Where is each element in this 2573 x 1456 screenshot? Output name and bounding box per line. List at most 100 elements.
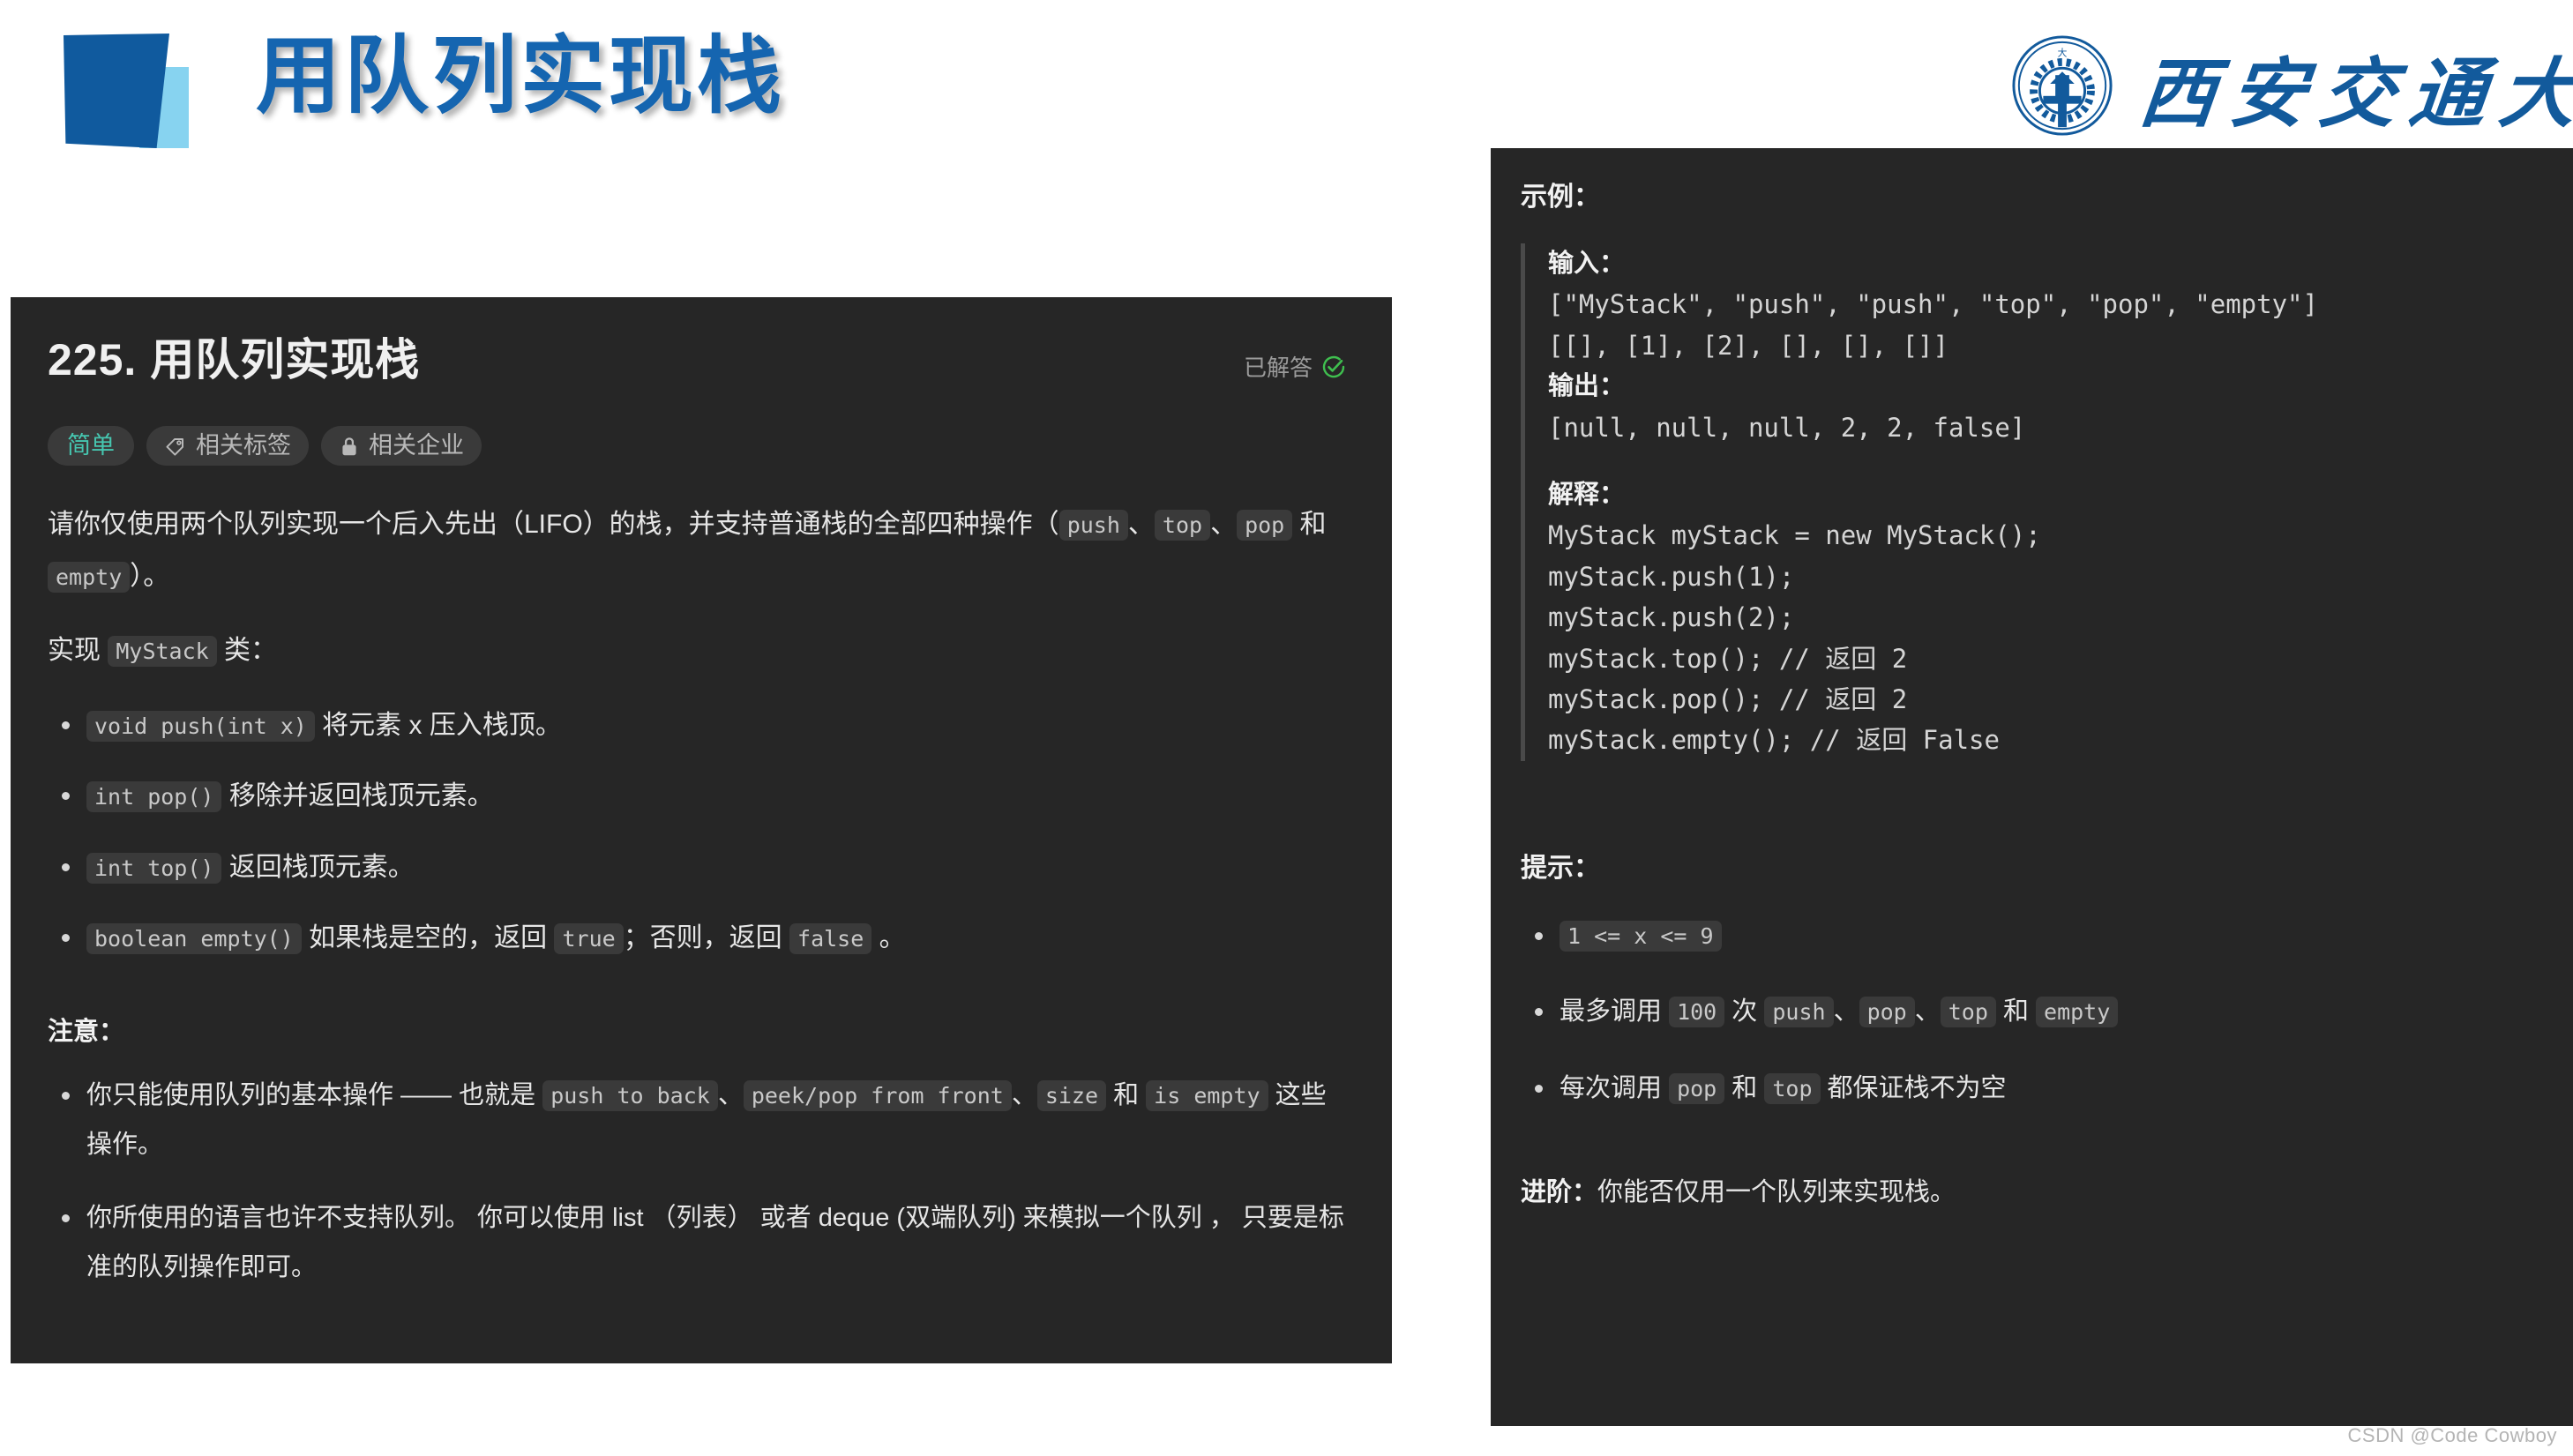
hint-text-c: 、 bbox=[1833, 997, 1859, 1027]
explanation-line: myStack.push(1); bbox=[1548, 561, 1795, 592]
example-heading: 示例： bbox=[1521, 183, 1600, 212]
list-item: int top() 返回栈顶元素。 bbox=[62, 842, 1350, 894]
method-desc: 将元素 x 压入栈顶。 bbox=[322, 710, 562, 740]
university-logo: 大 西安交通大学 bbox=[2010, 26, 2573, 141]
list-item: 最多调用 100 次 push、 pop、 top 和 empty bbox=[1535, 987, 2547, 1037]
hint-text-a: 最多调用 bbox=[1560, 997, 1670, 1027]
description-paragraph-2: 实现 MyStack 类： bbox=[48, 625, 1350, 677]
hint-text-h: 都保证栈不为空 bbox=[1820, 1073, 2007, 1102]
note-list: 你只能使用队列的基本操作 —— 也就是 push to back、 peek/po… bbox=[48, 1071, 1350, 1293]
hint-text-e: 和 bbox=[1995, 997, 2037, 1027]
advanced-label: 进阶： bbox=[1521, 1178, 1598, 1207]
hint-text-f: 每次调用 bbox=[1560, 1073, 1670, 1102]
code-empty: empty bbox=[48, 561, 131, 593]
problem-description: 请你仅使用两个队列实现一个后入先出（LIFO）的栈，并支持普通栈的全部四种操作（… bbox=[48, 499, 1350, 965]
problem-header: 225. 用队列实现栈 已解答 bbox=[48, 336, 1350, 412]
method-desc: 返回栈顶元素。 bbox=[228, 852, 415, 882]
code-100: 100 bbox=[1669, 997, 1725, 1028]
code-int-top: int top() bbox=[86, 852, 222, 884]
explanation-line: myStack.empty(); // 返回 False bbox=[1548, 725, 2000, 756]
note-heading: 注意： bbox=[48, 1017, 125, 1046]
related-companies-button[interactable]: 相关企业 bbox=[321, 426, 482, 466]
hints-heading: 提示： bbox=[1521, 853, 1600, 883]
code-x-range: 1 <= x <= 9 bbox=[1560, 920, 1722, 952]
code-top-hint2: top bbox=[1764, 1072, 1821, 1104]
code-false: false bbox=[789, 923, 872, 954]
desc-text-c: 、 bbox=[1210, 510, 1238, 539]
watermark: CSDN @Code Cowboy bbox=[2347, 1424, 2557, 1446]
tag-row: 简单 相关标签 相关企业 bbox=[48, 426, 1350, 466]
note-text-b: 、 bbox=[717, 1080, 744, 1109]
input-label: 输入： bbox=[1548, 250, 1626, 278]
logo-dark-bar bbox=[64, 34, 169, 148]
code-mystack: MyStack bbox=[108, 636, 217, 667]
explanation-label: 解释： bbox=[1548, 480, 1626, 509]
solved-label: 已解答 bbox=[1243, 355, 1313, 381]
explanation-line: MyStack myStack = new MyStack(); bbox=[1548, 520, 2041, 551]
related-companies-label: 相关企业 bbox=[369, 432, 464, 459]
method-desc: 如果栈是空的，返回 bbox=[309, 923, 555, 952]
output-label: 输出： bbox=[1548, 372, 1626, 401]
input-line-1: ["MyStack", "push", "push", "top", "pop"… bbox=[1548, 289, 2318, 320]
method-list: void push(int x) 将元素 x 压入栈顶。 int pop() 移… bbox=[48, 700, 1350, 965]
list-item: boolean empty() 如果栈是空的，返回 true ；否则，返回 fal… bbox=[62, 913, 1350, 965]
code-top-hint: top bbox=[1940, 997, 1996, 1028]
code-pop-hint: pop bbox=[1859, 997, 1915, 1028]
code-peek-pop-front: peek/pop from front bbox=[743, 1079, 1012, 1111]
status-badge: 已解答 bbox=[1244, 350, 1346, 383]
decorative-logo-mark bbox=[64, 34, 240, 148]
university-seal-icon: 大 bbox=[2012, 35, 2113, 136]
output-line: [null, null, null, 2, 2, false] bbox=[1548, 412, 2026, 443]
explanation-line: myStack.top(); // 返回 2 bbox=[1548, 643, 1908, 674]
tag-icon bbox=[166, 437, 183, 456]
code-pop: pop bbox=[1237, 510, 1293, 541]
code-void-push: void push(int x) bbox=[86, 710, 315, 742]
check-circle-icon bbox=[1322, 355, 1345, 377]
note-text-a: 你只能使用队列的基本操作 —— 也就是 bbox=[86, 1080, 543, 1109]
university-name: 西安交通大学 bbox=[2135, 52, 2573, 137]
desc-text-b: 、 bbox=[1127, 510, 1155, 539]
code-size: size bbox=[1036, 1079, 1107, 1111]
hint-text-d: 、 bbox=[1914, 997, 1941, 1027]
difficulty-badge-easy[interactable]: 简单 bbox=[48, 426, 134, 466]
desc-text-a: 请你仅使用两个队列实现一个后入先出（LIFO）的栈，并支持普通栈的全部四种操作（ bbox=[48, 510, 1059, 539]
example-blockquote: 输入： ["MyStack", "push", "push", "top", "… bbox=[1521, 243, 2547, 761]
code-pop-hint2: pop bbox=[1669, 1072, 1725, 1104]
method-desc: 移除并返回栈顶元素。 bbox=[228, 781, 494, 810]
method-desc-2: ；否则，返回 bbox=[623, 923, 790, 952]
hint-text-g: 和 bbox=[1724, 1073, 1765, 1102]
code-push-hint: push bbox=[1764, 997, 1834, 1028]
description-paragraph-1: 请你仅使用两个队列实现一个后入先出（LIFO）的栈，并支持普通栈的全部四种操作（… bbox=[48, 499, 1350, 602]
problem-card: 225. 用队列实现栈 已解答 简单 相关标签 相关企业 请你仅使用两个队列实现… bbox=[11, 297, 1392, 1363]
svg-text:大: 大 bbox=[2058, 47, 2068, 59]
code-true: true bbox=[554, 923, 624, 954]
hint-text-b: 次 bbox=[1724, 997, 1765, 1027]
difficulty-label: 简单 bbox=[67, 432, 115, 459]
code-int-pop: int pop() bbox=[86, 781, 222, 812]
note-text-c: 、 bbox=[1011, 1080, 1037, 1109]
code-push: push bbox=[1058, 510, 1128, 541]
method-desc-3: 。 bbox=[871, 923, 906, 952]
list-item: void push(int x) 将元素 x 压入栈顶。 bbox=[62, 700, 1350, 752]
desc-text-d: 和 bbox=[1292, 510, 1327, 539]
desc-text-e: ）。 bbox=[130, 561, 170, 591]
advanced-text: 你能否仅用一个队列来实现栈。 bbox=[1597, 1178, 1956, 1207]
note-text-2: 你所使用的语言也许不支持队列。 你可以使用 list （列表） 或者 deque… bbox=[86, 1203, 1344, 1282]
example-card: 示例： 输入： ["MyStack", "push", "push", "top… bbox=[1491, 148, 2573, 1426]
related-tags-button[interactable]: 相关标签 bbox=[146, 426, 309, 466]
input-line-2: [[], [1], [2], [], [], []] bbox=[1548, 330, 1948, 361]
hints-list: 1 <= x <= 9 最多调用 100 次 push、 pop、 top 和 em… bbox=[1521, 911, 2547, 1114]
list-item: 你所使用的语言也许不支持队列。 你可以使用 list （列表） 或者 deque… bbox=[62, 1193, 1350, 1293]
page-title: 用队列实现栈 bbox=[256, 29, 785, 123]
code-top: top bbox=[1154, 510, 1211, 541]
explanation-line: myStack.push(2); bbox=[1548, 602, 1795, 633]
note-text-d: 和 bbox=[1106, 1080, 1147, 1109]
impl-text-a: 实现 bbox=[48, 636, 108, 665]
list-item: 你只能使用队列的基本操作 —— 也就是 push to back、 peek/po… bbox=[62, 1071, 1350, 1170]
impl-text-b: 类： bbox=[216, 636, 278, 665]
code-is-empty: is empty bbox=[1146, 1079, 1268, 1111]
related-tags-label: 相关标签 bbox=[196, 432, 291, 459]
list-item: 每次调用 pop 和 top 都保证栈不为空 bbox=[1535, 1064, 2547, 1114]
list-item: 1 <= x <= 9 bbox=[1535, 911, 2547, 961]
list-item: int pop() 移除并返回栈顶元素。 bbox=[62, 771, 1350, 823]
